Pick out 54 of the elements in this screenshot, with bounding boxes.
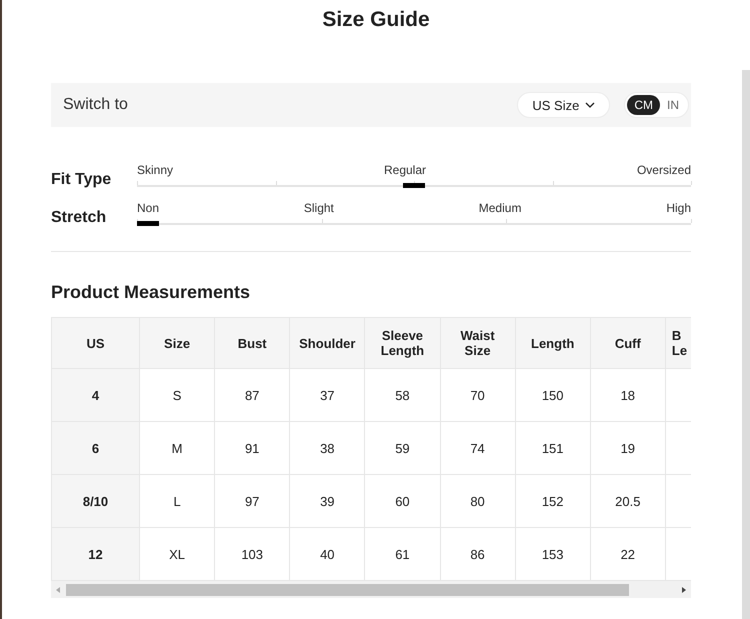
unit-option[interactable]: CM	[627, 95, 660, 115]
table-cell: 80	[440, 474, 516, 528]
table-cell: M	[140, 422, 215, 474]
table-cell: 58	[364, 368, 440, 422]
dialog-title: Size Guide	[321, 7, 431, 33]
scale-label: High	[666, 201, 691, 215]
column-header: Shoulder	[290, 318, 365, 368]
scale-label: Regular	[384, 163, 426, 177]
vertical-scrollbar[interactable]	[742, 70, 750, 619]
column-header: Size	[140, 318, 215, 368]
column-header: Bust	[214, 318, 290, 368]
table-cell: 151	[515, 422, 590, 474]
table-cell: 20.5	[590, 474, 666, 528]
table-cell: 6	[52, 422, 140, 474]
table-cell: 152	[515, 474, 590, 528]
scale-label: Medium	[478, 201, 522, 215]
table-cell: 97	[214, 474, 290, 528]
chevron-down-icon	[585, 102, 596, 108]
table-cell: 39	[290, 474, 365, 528]
scale-label: Oversized	[636, 163, 691, 177]
section-title: Product Measurements	[51, 282, 252, 303]
column-header: Waist Size	[440, 318, 516, 368]
table-cell: 18	[590, 368, 666, 422]
scroll-right-icon[interactable]	[682, 586, 686, 592]
table-cell: S	[140, 368, 215, 422]
table-cell: 150	[515, 368, 590, 422]
table-cell: 4	[52, 368, 140, 422]
table-cell: 12	[52, 528, 140, 580]
table-cell: 19	[590, 422, 666, 474]
table-cell: 37	[290, 368, 365, 422]
table-cell: 91	[214, 422, 290, 474]
scale-label: Slight	[304, 201, 334, 215]
scale-name: Stretch	[51, 209, 108, 227]
column-header: US	[52, 318, 140, 368]
scale-label: Non	[137, 201, 160, 215]
column-header: Cuff	[590, 318, 666, 368]
column-header: Sleeve Length	[364, 318, 440, 368]
column-header: B Le	[665, 318, 691, 368]
horizontal-scrollbar[interactable]	[51, 581, 691, 598]
switch-label: Switch to	[63, 96, 128, 114]
table-cell: 70	[440, 368, 516, 422]
table-cell: 59	[364, 422, 440, 474]
table-cell: 8/10	[52, 474, 140, 528]
column-header: Length	[515, 318, 590, 368]
table-cell: 38	[290, 422, 365, 474]
scroll-left-icon[interactable]	[56, 586, 60, 592]
table-cell: 60	[364, 474, 440, 528]
unit-option[interactable]: IN	[660, 95, 686, 115]
table-cell: L	[140, 474, 215, 528]
size-dropdown[interactable]: US Size	[517, 92, 610, 118]
scale-label: Skinny	[137, 163, 174, 177]
scale-name: Fit Type	[51, 171, 112, 189]
table-cell: 87	[214, 368, 290, 422]
table-cell: 74	[440, 422, 516, 474]
